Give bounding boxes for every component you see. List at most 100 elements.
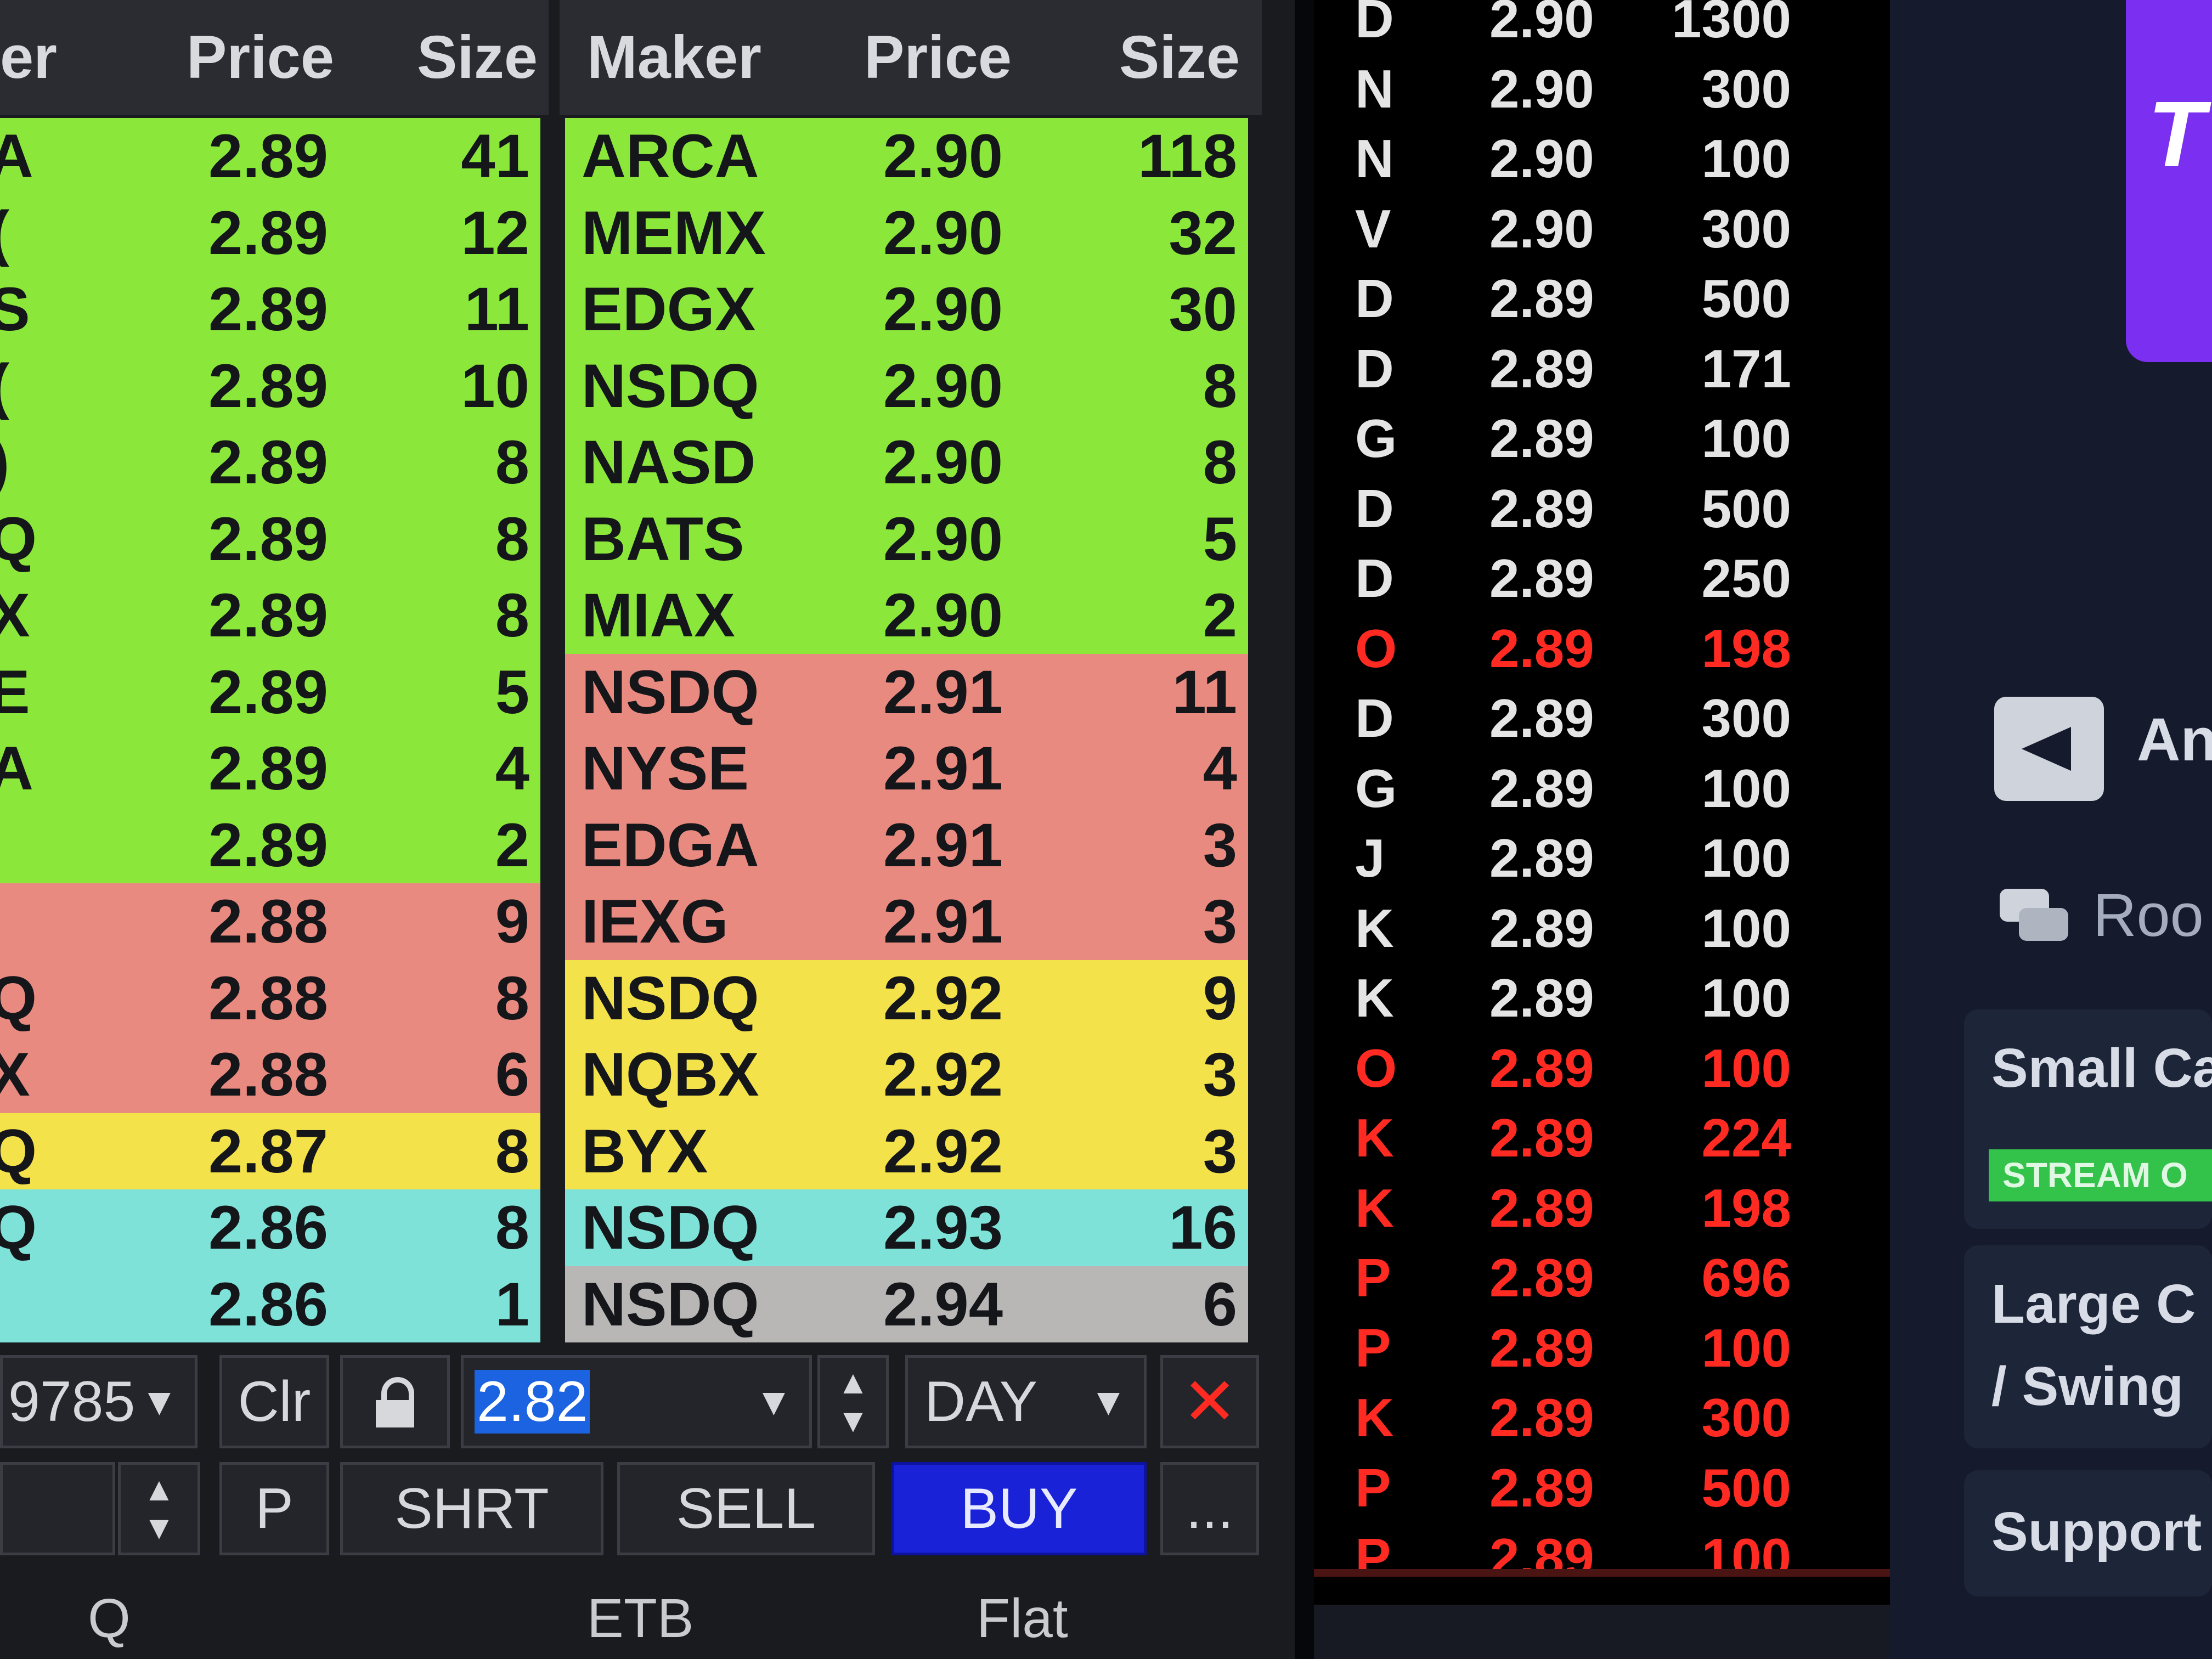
ask-maker: NSDQ bbox=[582, 963, 759, 1032]
rooms-link[interactable]: Roo bbox=[2093, 881, 2204, 950]
ask-header-price[interactable]: Price bbox=[864, 0, 1012, 115]
ask-row[interactable]: IEXG 2.91 3 bbox=[565, 883, 1248, 960]
trade-row: P 2.89 696 bbox=[1314, 1243, 1890, 1313]
bid-maker: X bbox=[0, 1040, 30, 1109]
ask-row[interactable]: EDGA 2.91 3 bbox=[565, 806, 1248, 883]
bid-price: 2.89 bbox=[208, 198, 328, 267]
ask-size: 9 bbox=[1203, 963, 1237, 1032]
bid-maker: A bbox=[0, 734, 33, 803]
panel-border bbox=[1314, 1569, 1890, 1577]
bid-row[interactable]: 2.86 1 bbox=[0, 1266, 540, 1342]
stream-badge[interactable]: STREAM O bbox=[1989, 1149, 2212, 1201]
trade-ex: D bbox=[1355, 548, 1394, 608]
bid-row[interactable]: Q 2.89 8 bbox=[0, 500, 540, 577]
buy-button[interactable]: BUY bbox=[891, 1462, 1147, 1555]
trade-price: 2.90 bbox=[1489, 58, 1594, 119]
bid-size: 12 bbox=[461, 198, 529, 267]
ask-row[interactable]: NSDQ 2.92 9 bbox=[565, 960, 1248, 1036]
qty-stepper[interactable]: ▲ ▼ bbox=[118, 1462, 200, 1555]
qty-input[interactable] bbox=[0, 1462, 115, 1555]
chevron-down-icon: ▼ bbox=[140, 1380, 178, 1423]
ask-price: 2.91 bbox=[883, 810, 1003, 879]
bid-row[interactable]: (2.89 10 bbox=[0, 347, 540, 424]
bid-size: 8 bbox=[495, 581, 529, 650]
bid-row[interactable]: ) 2.89 8 bbox=[0, 424, 540, 501]
bid-row[interactable]: Q 2.86 8 bbox=[0, 1189, 540, 1266]
more-button[interactable]: ... bbox=[1160, 1462, 1259, 1555]
close-icon[interactable]: ✕ bbox=[1160, 1355, 1259, 1448]
bid-row[interactable]: X 2.89 8 bbox=[0, 577, 540, 654]
price-stepper[interactable]: ▲ ▼ bbox=[817, 1355, 889, 1448]
step-down-icon[interactable]: ▼ bbox=[820, 1402, 886, 1440]
sell-button[interactable]: SELL bbox=[617, 1462, 875, 1555]
trade-price: 2.89 bbox=[1489, 1387, 1594, 1448]
trade-ex: P bbox=[1355, 1527, 1391, 1588]
bid-price: 2.89 bbox=[208, 657, 328, 726]
trade-ex: N bbox=[1355, 58, 1394, 119]
chevron-down-icon: ▼ bbox=[1089, 1380, 1127, 1423]
ask-maker: NSDQ bbox=[582, 657, 759, 726]
bid-row[interactable]: (2.89 12 bbox=[0, 194, 540, 271]
announcements-link[interactable]: An bbox=[2137, 705, 2212, 775]
ask-row[interactable]: BATS 2.90 5 bbox=[565, 500, 1248, 577]
tif-select[interactable]: DAY ▼ bbox=[905, 1355, 1147, 1448]
ask-maker: ARCA bbox=[582, 122, 759, 190]
ask-row[interactable]: NASD 2.90 8 bbox=[565, 424, 1248, 501]
step-down-icon[interactable]: ▼ bbox=[121, 1509, 198, 1547]
ask-row[interactable]: BYX 2.92 3 bbox=[565, 1113, 1248, 1189]
trade-row: N 2.90 300 bbox=[1314, 54, 1890, 124]
bid-row[interactable]: S 2.89 11 bbox=[0, 271, 540, 348]
bid-header-price[interactable]: Price bbox=[187, 0, 334, 115]
ask-row[interactable]: ARCA 2.90 118 bbox=[565, 118, 1248, 195]
trade-price: 2.90 bbox=[1489, 198, 1594, 259]
bid-size: 8 bbox=[495, 504, 529, 573]
ask-row[interactable]: NSDQ 2.94 6 bbox=[565, 1266, 1248, 1342]
lock-button[interactable] bbox=[340, 1355, 450, 1448]
status-position: Flat bbox=[977, 1588, 1068, 1649]
bid-row[interactable]: 2.88 9 bbox=[0, 883, 540, 960]
bid-row[interactable]: X 2.88 6 bbox=[0, 1036, 540, 1113]
p-button[interactable]: P bbox=[219, 1462, 329, 1555]
bid-header-size[interactable]: Size bbox=[417, 0, 538, 115]
bid-row[interactable]: 2.89 2 bbox=[0, 806, 540, 883]
short-button[interactable]: SHRT bbox=[340, 1462, 603, 1555]
trade-price: 2.89 bbox=[1489, 968, 1594, 1028]
status-etb: ETB bbox=[587, 1588, 694, 1649]
trade-ex: K bbox=[1355, 1177, 1394, 1238]
bid-row[interactable]: Q 2.87 8 bbox=[0, 1113, 540, 1189]
step-up-icon[interactable]: ▲ bbox=[820, 1363, 886, 1402]
ask-maker: NQBX bbox=[582, 1040, 759, 1109]
ask-row[interactable]: MIAX 2.90 2 bbox=[565, 577, 1248, 654]
price-input[interactable]: 2.82 ▼ bbox=[461, 1355, 812, 1448]
ask-row[interactable]: EDGX 2.90 30 bbox=[565, 271, 1248, 348]
trade-row: D 2.89 500 bbox=[1314, 473, 1890, 544]
ask-row[interactable]: NYSE 2.91 4 bbox=[565, 730, 1248, 807]
status-q: Q bbox=[88, 1588, 131, 1649]
ask-row[interactable]: NSDQ 2.91 11 bbox=[565, 653, 1248, 730]
room-card-large-cap[interactable]: Large C / Swing bbox=[1964, 1245, 2212, 1448]
ask-row[interactable]: NSDQ 2.90 8 bbox=[565, 347, 1248, 424]
ask-row[interactable]: NSDQ 2.93 16 bbox=[565, 1189, 1248, 1266]
trade-size: 500 bbox=[1701, 268, 1791, 329]
account-select[interactable]: 9785 ▼ bbox=[0, 1355, 198, 1448]
clear-button[interactable]: Clr bbox=[219, 1355, 329, 1448]
ask-row[interactable]: MEMX 2.90 32 bbox=[565, 194, 1248, 271]
trade-price: 2.89 bbox=[1489, 478, 1594, 539]
ask-maker: NSDQ bbox=[582, 1193, 759, 1262]
bid-row[interactable]: A 2.89 4 bbox=[0, 730, 540, 807]
megaphone-icon[interactable] bbox=[1994, 697, 2104, 801]
bid-row[interactable]: E 2.89 5 bbox=[0, 653, 540, 730]
ask-maker: NSDQ bbox=[582, 351, 759, 420]
ask-size: 32 bbox=[1169, 198, 1237, 267]
support-card[interactable]: Support bbox=[1964, 1470, 2212, 1596]
bid-header-maker[interactable]: er bbox=[0, 0, 57, 115]
ask-header-size[interactable]: Size bbox=[1119, 0, 1240, 115]
ask-size: 8 bbox=[1203, 428, 1237, 496]
trade-size: 100 bbox=[1701, 1037, 1791, 1098]
ask-row[interactable]: NQBX 2.92 3 bbox=[565, 1036, 1248, 1113]
bid-row[interactable]: A 2.89 41 bbox=[0, 118, 540, 195]
room-card-small-cap[interactable]: Small Ca STREAM O bbox=[1964, 1009, 2212, 1229]
bid-row[interactable]: Q 2.88 8 bbox=[0, 960, 540, 1036]
step-up-icon[interactable]: ▲ bbox=[121, 1470, 198, 1509]
ask-header-maker[interactable]: Maker bbox=[587, 0, 761, 115]
